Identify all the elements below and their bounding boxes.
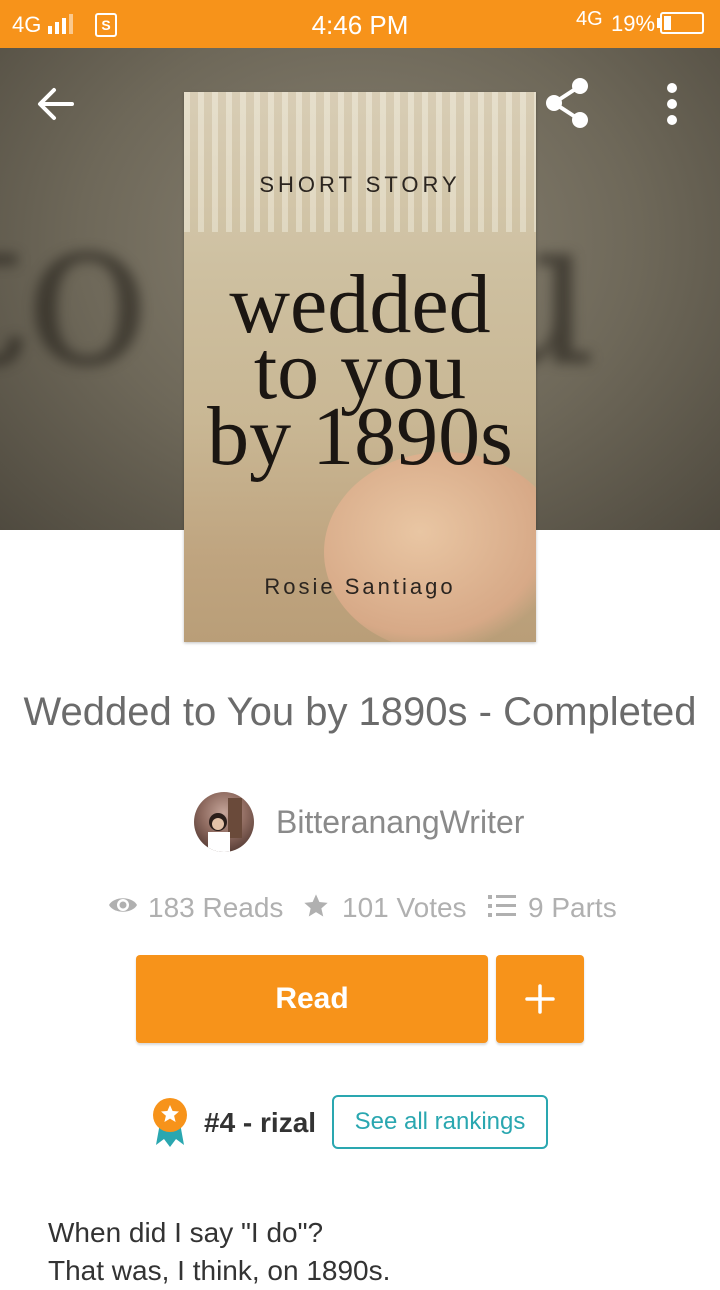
- description-line1: When did I say "I do"?: [48, 1217, 324, 1248]
- share-button[interactable]: [536, 70, 600, 134]
- battery-percent: 19%: [611, 11, 656, 36]
- see-all-rankings-button[interactable]: See all rankings: [332, 1095, 548, 1149]
- more-options-button[interactable]: [640, 72, 704, 136]
- star-icon: [304, 894, 328, 917]
- cover-lace: [184, 92, 536, 232]
- story-title: Wedded to You by 1890s - Completed: [23, 690, 697, 734]
- description-line2: That was, I think, on 1890s.: [48, 1255, 391, 1286]
- list-icon: [488, 895, 516, 917]
- reads-count: 183 Reads: [148, 892, 284, 923]
- story-description: When did I say "I do"? That was, I think…: [48, 1214, 390, 1290]
- share-icon: [546, 78, 588, 128]
- battery-level: [664, 16, 671, 30]
- author-name[interactable]: BitteranangWriter: [276, 804, 524, 841]
- back-arrow-icon: [38, 88, 74, 120]
- back-button[interactable]: [24, 72, 88, 136]
- cover-title-line3: by 1890s: [207, 390, 513, 483]
- eye-icon: [109, 898, 137, 912]
- cover-label: SHORT STORY: [259, 172, 461, 197]
- parts-count: 9 Parts: [528, 892, 617, 923]
- status-bar: 4G S 4:46 PM 4G 19%: [0, 0, 720, 48]
- avatar[interactable]: [194, 792, 254, 852]
- plus-icon: [525, 984, 555, 1014]
- network-indicator-right: 4G: [576, 8, 603, 30]
- cover-author: Rosie Santiago: [264, 574, 456, 599]
- add-to-library-button[interactable]: [496, 955, 584, 1043]
- battery-icon: [660, 12, 704, 34]
- ribbon-icon: [153, 1098, 187, 1147]
- votes-count: 101 Votes: [342, 892, 467, 923]
- read-button[interactable]: Read: [136, 955, 488, 1043]
- more-vert-icon: [667, 83, 677, 125]
- avatar-image: [208, 798, 242, 852]
- rank-label: #4 - rizal: [204, 1107, 317, 1138]
- book-cover[interactable]: SHORT STORY wedded to you by 1890s Rosie…: [184, 92, 536, 642]
